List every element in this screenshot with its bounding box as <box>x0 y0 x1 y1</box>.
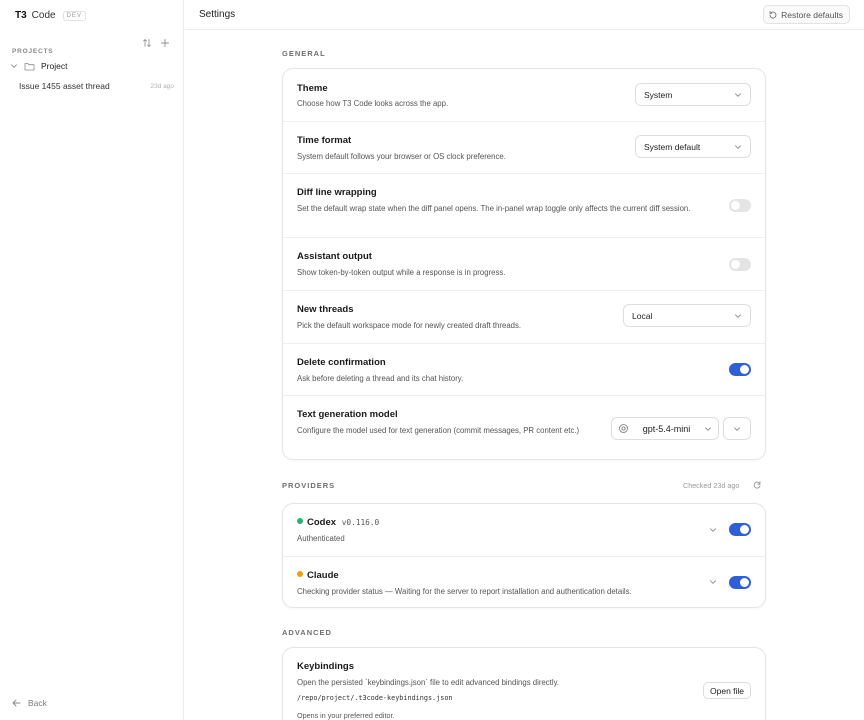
chevron-down-icon <box>735 144 741 149</box>
projects-label: PROJECTS <box>12 48 54 55</box>
thread-name: Issue 1455 asset thread <box>19 81 110 91</box>
new-threads-desc: Pick the default workspace mode for newl… <box>297 321 522 330</box>
chevron-down-icon <box>734 426 740 431</box>
folder-icon <box>24 62 35 70</box>
brand-logo: T3 <box>15 10 27 21</box>
time-format-title: Time format <box>297 135 352 146</box>
sidebar: T3 Code DEV PROJECTS Project Issue 1455 … <box>0 0 184 720</box>
diff-wrap-desc: Set the default wrap state when the diff… <box>297 204 691 213</box>
project-item[interactable]: Project <box>10 59 175 73</box>
theme-value: System <box>644 89 673 100</box>
delete-confirm-title: Delete confirmation <box>297 357 386 368</box>
delete-confirm-toggle[interactable] <box>729 363 751 376</box>
general-section-label: GENERAL <box>282 49 326 58</box>
codex-name: Codex <box>307 517 337 528</box>
thread-item[interactable]: Issue 1455 asset thread 23d ago <box>19 79 174 93</box>
providers-card: Codex v0.116.0 Authenticated Claude Chec… <box>282 503 766 608</box>
brand: T3 Code DEV <box>15 10 86 21</box>
diff-wrap-title: Diff line wrapping <box>297 187 377 198</box>
restore-defaults-label: Restore defaults <box>781 9 843 20</box>
keybindings-title: Keybindings <box>297 661 355 672</box>
claude-name: Claude <box>307 570 339 581</box>
text-model-title: Text generation model <box>297 409 398 420</box>
delete-confirm-desc: Ask before deleting a thread and its cha… <box>297 374 464 383</box>
chevron-down-icon <box>11 64 17 68</box>
toggle-knob <box>740 365 749 374</box>
text-model-options-button[interactable] <box>723 417 751 440</box>
theme-select[interactable]: System <box>635 83 751 106</box>
time-format-row: Time format System default follows your … <box>283 122 765 174</box>
text-model-desc: Configure the model used for text genera… <box>297 426 580 435</box>
openai-icon <box>619 424 628 433</box>
providers-checked-label: Checked 23d ago <box>683 481 740 490</box>
text-model-select[interactable]: gpt-5.4-mini <box>611 417 719 440</box>
keybindings-path: /repo/project/.t3code-keybindings.json <box>297 694 453 702</box>
provider-claude-row: Claude Checking provider status — Waitin… <box>283 557 765 607</box>
back-label: Back <box>28 698 47 708</box>
diff-wrap-row: Diff line wrapping Set the default wrap … <box>283 174 765 238</box>
assistant-output-title: Assistant output <box>297 251 372 262</box>
add-project-icon[interactable] <box>160 38 170 48</box>
toggle-knob <box>740 578 749 587</box>
theme-title: Theme <box>297 83 328 94</box>
refresh-icon[interactable] <box>752 480 762 490</box>
text-model-row: Text generation model Configure the mode… <box>283 396 765 459</box>
toggle-knob <box>731 201 740 210</box>
assistant-output-toggle[interactable] <box>729 258 751 271</box>
back-button[interactable]: Back <box>12 698 47 708</box>
claude-status: Checking provider status — Waiting for t… <box>297 587 632 596</box>
keybindings-note: Opens in your preferred editor. <box>297 711 395 720</box>
top-bar: Settings Restore defaults <box>185 0 864 30</box>
chevron-down-icon <box>735 313 741 318</box>
sort-icon[interactable] <box>142 38 152 48</box>
assistant-output-desc: Show token-by-token output while a respo… <box>297 268 506 277</box>
delete-confirm-row: Delete confirmation Ask before deleting … <box>283 344 765 396</box>
provider-codex-row: Codex v0.116.0 Authenticated <box>283 504 765 557</box>
projects-header: PROJECTS <box>12 38 172 55</box>
claude-title: Claude <box>297 570 339 581</box>
theme-desc: Choose how T3 Code looks across the app. <box>297 99 449 108</box>
claude-status-dot <box>297 571 303 578</box>
assistant-output-row: Assistant output Show token-by-token out… <box>283 238 765 291</box>
advanced-section-label: ADVANCED <box>282 628 332 637</box>
time-format-select[interactable]: System default <box>635 135 751 158</box>
codex-status-dot <box>297 518 303 525</box>
chevron-down-icon <box>735 92 741 97</box>
new-threads-title: New threads <box>297 304 354 315</box>
chevron-down-icon <box>705 426 711 431</box>
project-name: Project <box>41 61 68 71</box>
new-threads-row: New threads Pick the default workspace m… <box>283 291 765 344</box>
arrow-left-icon <box>12 699 21 707</box>
time-format-value: System default <box>644 141 701 152</box>
providers-section-label: PROVIDERS <box>282 481 336 490</box>
thread-age: 23d ago <box>150 82 175 90</box>
claude-toggle[interactable] <box>729 576 751 589</box>
new-threads-value: Local <box>632 310 653 321</box>
codex-status: Authenticated <box>297 534 345 543</box>
general-card: Theme Choose how T3 Code looks across th… <box>282 68 766 460</box>
toggle-knob <box>731 260 740 269</box>
time-format-desc: System default follows your browser or O… <box>297 152 506 161</box>
restore-icon <box>769 10 777 18</box>
chevron-down-icon[interactable] <box>709 526 717 534</box>
advanced-card: Keybindings Open the persisted `keybindi… <box>282 647 766 720</box>
new-threads-select[interactable]: Local <box>623 304 751 327</box>
theme-row: Theme Choose how T3 Code looks across th… <box>283 69 765 122</box>
restore-defaults-button[interactable]: Restore defaults <box>763 5 850 24</box>
brand-name: Code <box>31 10 56 21</box>
keybindings-row: Keybindings Open the persisted `keybindi… <box>283 648 765 720</box>
codex-title: Codex v0.116.0 <box>297 517 379 528</box>
open-file-button[interactable]: Open file <box>703 682 752 699</box>
keybindings-desc: Open the persisted `keybindings.json` fi… <box>297 678 560 687</box>
diff-wrap-toggle[interactable] <box>729 199 751 212</box>
toggle-knob <box>740 525 749 534</box>
codex-version: v0.116.0 <box>341 518 380 527</box>
codex-toggle[interactable] <box>729 523 751 536</box>
chevron-down-icon[interactable] <box>709 578 717 586</box>
page-title: Settings <box>199 9 236 20</box>
text-model-value: gpt-5.4-mini <box>642 423 691 434</box>
dev-badge: DEV <box>62 10 86 21</box>
